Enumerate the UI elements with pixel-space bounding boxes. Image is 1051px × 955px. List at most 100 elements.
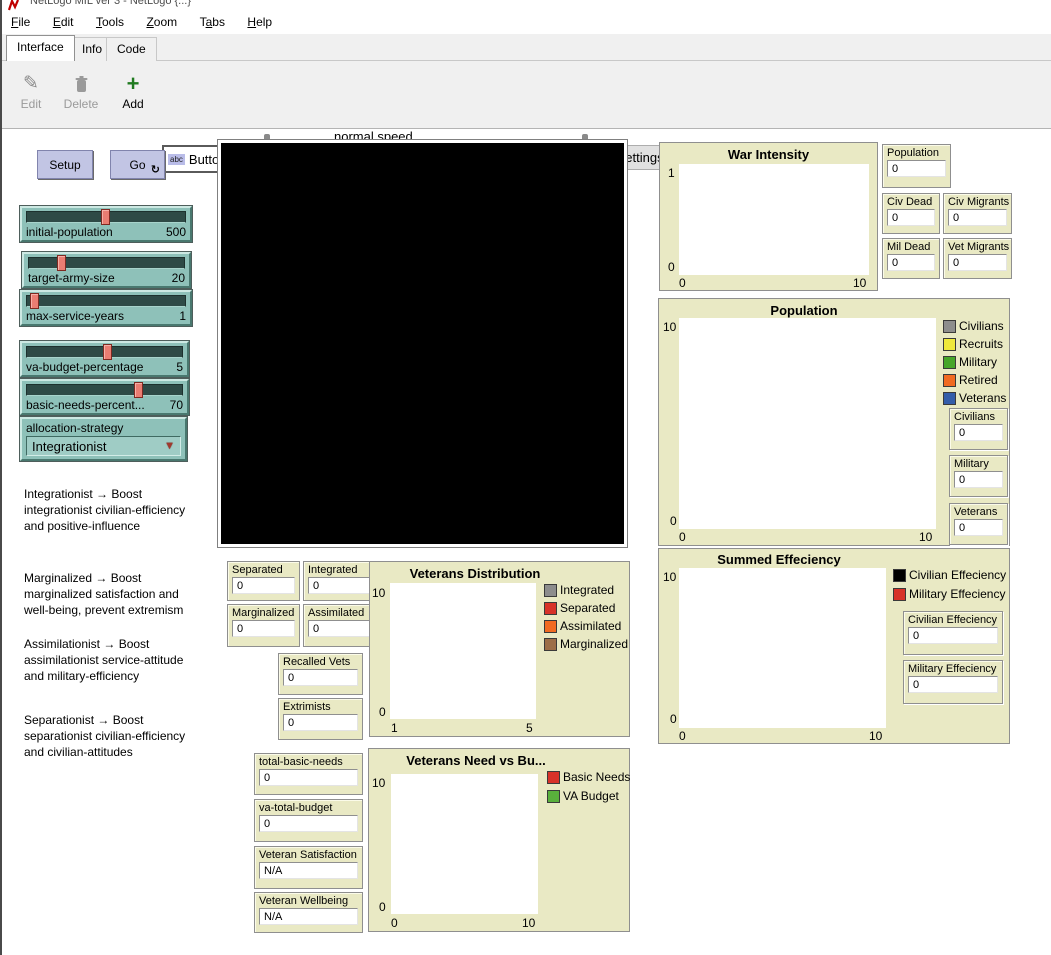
legend-veterans: Veterans [943,391,1006,405]
monitor-mil-dead: Mil Dead 0 [882,238,940,279]
plot-area [679,568,886,728]
legend-military-efficiency: Military Effeciency [893,587,1005,601]
y-max-tick: 10 [372,776,385,790]
slider-target-army-size[interactable]: target-army-size20 [22,252,191,288]
slider-label: max-service-years [26,309,124,323]
legend-recruits: Recruits [943,337,1003,351]
monitor-civ-migrants: Civ Migrants 0 [943,193,1012,234]
slider-handle[interactable] [30,293,39,309]
monitor-va-total-budget: va-total-budget 0 [254,799,363,842]
x-min-tick: 0 [679,530,686,544]
legend-basic-needs: Basic Needs [547,770,630,784]
x-min-tick: 0 [391,916,398,930]
plot-area [679,164,869,275]
x-min-tick: 1 [391,721,398,735]
tab-bar: Interface Info Code [2,34,1051,61]
add-button[interactable]: + Add [114,71,152,111]
monitor-integrated: Integrated 0 [303,561,376,601]
plot-veterans-need-vs-budget: Veterans Need vs Bu... 10 0 0 10 Basic N… [368,748,630,932]
world-view[interactable] [217,139,628,548]
y-min-tick: 0 [379,705,386,719]
slider-label: basic-needs-percent... [26,398,145,412]
monitor-military: Military 0 [949,455,1008,497]
menu-file[interactable]: File [2,12,39,32]
monitor-marginalized: Marginalized 0 [227,604,300,647]
legend-assimilated: Assimilated [544,619,621,633]
monitor-vet-migrants: Vet Migrants 0 [943,238,1012,279]
slider-max-service-years[interactable]: max-service-years 1 [20,290,192,326]
menu-bar: File Edit Tools Zoom Tabs Help [2,12,1051,34]
monitor-civ-dead: Civ Dead 0 [882,193,940,234]
tab-code[interactable]: Code [106,37,157,61]
note-separationist: Separationist → Boost separationist civi… [24,712,196,760]
chooser-value: Integrationist [32,439,106,454]
world-canvas[interactable] [221,143,624,544]
y-min-tick: 0 [670,712,677,726]
veterans-swatch [943,392,956,405]
go-button[interactable]: Go ↻ [110,150,165,179]
y-max-tick: 1 [668,166,675,180]
slider-handle[interactable] [103,344,112,360]
plot-war-intensity: War Intensity 1 0 0 10 [659,142,878,291]
plot-veterans-distribution: Veterans Distribution 10 0 1 5 Integrate… [369,561,630,737]
monitor-assimilated: Assimilated 0 [303,604,376,647]
legend-military: Military [943,355,997,369]
edit-button[interactable]: ✎ Edit [14,71,48,111]
note-integrationist: Integrationist → Boost integrationist ci… [24,486,196,534]
slider-label: target-army-size [28,271,115,285]
legend-va-budget: VA Budget [547,789,619,803]
delete-button[interactable]: Delete [58,71,104,111]
monitor-veterans: Veterans 0 [949,503,1008,545]
legend-civilians: Civilians [943,319,1004,333]
menu-help[interactable]: Help [238,12,281,32]
menu-zoom[interactable]: Zoom [137,12,186,32]
monitor-veteran-wellbeing: Veteran Wellbeing N/A [254,892,363,933]
slider-value: 500 [166,225,186,239]
x-max-tick: 10 [919,530,932,544]
note-assimilationist: Assimilationist → Boost assimilationist … [24,636,196,684]
y-min-tick: 0 [670,514,677,528]
plot-area [679,318,936,529]
x-min-tick: 0 [679,729,686,743]
integrated-swatch [544,584,557,597]
plot-title: Population [659,303,949,318]
retired-swatch [943,374,956,387]
plot-title: War Intensity [660,147,877,162]
title-bar: NetLogo MIL ver 3 - NetLogo {...} [2,0,1051,12]
y-min-tick: 0 [668,260,675,274]
slider-basic-needs-percent[interactable]: basic-needs-percent...70 [20,379,189,415]
monitor-veteran-satisfaction: Veteran Satisfaction N/A [254,846,363,889]
monitor-civilian-efficiency: Civilian Effeciency 0 [903,611,1003,655]
trash-icon [58,71,104,97]
separated-swatch [544,602,557,615]
slider-handle[interactable] [57,255,66,271]
slider-handle[interactable] [101,209,110,225]
monitor-military-efficiency: Military Effeciency 0 [903,660,1003,704]
slider-handle[interactable] [134,382,143,398]
menu-tools[interactable]: Tools [87,12,133,32]
slider-va-budget-percentage[interactable]: va-budget-percentage5 [20,341,189,377]
window-title: NetLogo MIL ver 3 - NetLogo {...} [30,0,191,7]
menu-edit[interactable]: Edit [44,12,83,32]
setup-button[interactable]: Setup [37,150,93,179]
plot-area [390,583,536,719]
marginalized-swatch [544,638,557,651]
monitor-separated: Separated 0 [227,561,300,601]
x-max-tick: 10 [869,729,882,743]
monitor-extrimists: Extrimists 0 [278,698,363,740]
slider-initial-population[interactable]: initial-population500 [20,206,192,242]
abc-widget-icon: abc [168,154,185,165]
chooser-allocation-strategy[interactable]: allocation-strategy Integrationist ▼ [20,417,187,461]
pencil-icon: ✎ [14,71,48,97]
slider-value: 5 [176,360,183,374]
plus-icon: + [114,71,152,97]
menu-tabs[interactable]: Tabs [191,12,234,32]
slider-value: 1 [179,309,186,323]
legend-separated: Separated [544,601,615,615]
plot-title: Veterans Need vs Bu... [369,753,583,768]
tab-interface[interactable]: Interface [6,35,75,61]
assimilated-swatch [544,620,557,633]
recruits-swatch [943,338,956,351]
va-budget-swatch [547,790,560,803]
netlogo-window: NetLogo MIL ver 3 - NetLogo {...} File E… [0,0,1051,955]
